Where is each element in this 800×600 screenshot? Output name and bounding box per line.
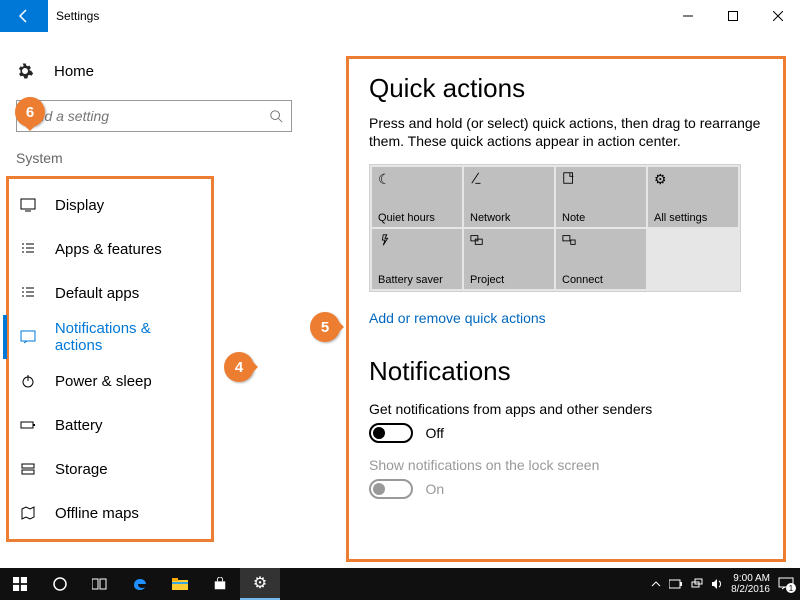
- notifications-section: Notifications Get notifications from app…: [369, 356, 763, 499]
- toggle-lock-screen-notifications[interactable]: [369, 479, 413, 499]
- tray-chevron-icon[interactable]: [651, 579, 661, 589]
- search-box[interactable]: [16, 100, 292, 132]
- moon-icon: ☾: [378, 171, 456, 188]
- tray-network-icon[interactable]: [691, 578, 703, 590]
- notifications-icon: [19, 329, 37, 345]
- qa-label: Network: [470, 212, 548, 224]
- gear-icon: [16, 62, 34, 80]
- qa-label: Quiet hours: [378, 212, 456, 224]
- network-icon: [470, 171, 548, 185]
- window-controls: [665, 0, 800, 32]
- nav-default-apps[interactable]: Default apps: [9, 271, 211, 315]
- search-input[interactable]: [25, 108, 269, 124]
- nav-label: Display: [55, 197, 104, 214]
- qa-label: Battery saver: [378, 274, 456, 286]
- maximize-button[interactable]: [710, 0, 755, 32]
- note-icon: [562, 171, 640, 185]
- storage-icon: [19, 461, 37, 477]
- nav-power-sleep[interactable]: Power & sleep: [9, 359, 211, 403]
- qa-label: Connect: [562, 274, 640, 286]
- titlebar: Settings: [0, 0, 800, 32]
- nav-storage[interactable]: Storage: [9, 447, 211, 491]
- apps-icon: [19, 241, 37, 257]
- nav-battery[interactable]: Battery: [9, 403, 211, 447]
- edge-button[interactable]: [120, 568, 160, 600]
- app-body: Home System Display Apps & features Defa…: [0, 32, 800, 568]
- settings-sidebar: Home System Display Apps & features Defa…: [0, 32, 320, 568]
- callout-4: 4: [224, 352, 254, 382]
- nav-notifications-actions[interactable]: Notifications & actions: [9, 315, 211, 359]
- nav-label: Offline maps: [55, 505, 139, 522]
- tray-volume-icon[interactable]: [711, 578, 723, 590]
- setting-label: Show notifications on the lock screen: [369, 457, 763, 473]
- power-icon: [19, 373, 37, 389]
- quick-actions-description: Press and hold (or select) quick actions…: [369, 114, 763, 150]
- nav-offline-maps[interactable]: Offline maps: [9, 491, 211, 535]
- settings-taskbar-button[interactable]: ⚙: [240, 568, 280, 600]
- start-button[interactable]: [0, 568, 40, 600]
- main-frame: Quick actions Press and hold (or select)…: [346, 56, 786, 562]
- date: 8/2/2016: [731, 584, 770, 595]
- qa-tile-battery-saver[interactable]: Battery saver: [372, 229, 462, 289]
- window-title: Settings: [48, 9, 99, 23]
- close-button[interactable]: [755, 0, 800, 32]
- qa-label: Project: [470, 274, 548, 286]
- nav-label: Battery: [55, 417, 103, 434]
- notifications-heading: Notifications: [369, 356, 763, 387]
- section-label: System: [0, 132, 320, 176]
- qa-tile-network[interactable]: Network: [464, 167, 554, 227]
- taskbar-clock[interactable]: 9:00 AM 8/2/2016: [731, 573, 770, 595]
- quick-actions-heading: Quick actions: [369, 73, 763, 104]
- nav-label: Notifications & actions: [55, 320, 201, 354]
- qa-tile-connect[interactable]: Connect: [556, 229, 646, 289]
- nav-label: Apps & features: [55, 241, 162, 258]
- qa-tile-project[interactable]: Project: [464, 229, 554, 289]
- add-remove-quick-actions-link[interactable]: Add or remove quick actions: [369, 310, 546, 326]
- connect-icon: [562, 233, 640, 247]
- store-button[interactable]: [200, 568, 240, 600]
- taskbar: ⚙ 9:00 AM 8/2/2016 1: [0, 568, 800, 600]
- time: 9:00 AM: [731, 573, 770, 584]
- nav-apps-features[interactable]: Apps & features: [9, 227, 211, 271]
- gear-icon: ⚙: [654, 171, 732, 188]
- quick-actions-grid: ☾ Quiet hours Network Note ⚙ All setting…: [369, 164, 741, 292]
- setting-label: Get notifications from apps and other se…: [369, 401, 763, 417]
- nav-list: Display Apps & features Default apps Not…: [6, 176, 214, 542]
- home-label: Home: [54, 63, 94, 80]
- main-content: Quick actions Press and hold (or select)…: [320, 32, 800, 568]
- setting-get-notifications: Get notifications from apps and other se…: [369, 401, 763, 443]
- battery-icon: [19, 417, 37, 433]
- toggle-state: Off: [425, 425, 443, 441]
- toggle-state: On: [425, 481, 444, 497]
- nav-label: Storage: [55, 461, 108, 478]
- callout-5: 5: [310, 312, 340, 342]
- system-tray: 9:00 AM 8/2/2016 1: [651, 573, 800, 595]
- minimize-button[interactable]: [665, 0, 710, 32]
- nav-display[interactable]: Display: [9, 183, 211, 227]
- qa-label: Note: [562, 212, 640, 224]
- default-apps-icon: [19, 285, 37, 301]
- cortana-button[interactable]: [40, 568, 80, 600]
- qa-tile-note[interactable]: Note: [556, 167, 646, 227]
- setting-lock-screen-notifications: Show notifications on the lock screen On: [369, 457, 763, 499]
- search-icon: [269, 109, 283, 123]
- qa-tile-all-settings[interactable]: ⚙ All settings: [648, 167, 738, 227]
- maps-icon: [19, 505, 37, 521]
- back-button[interactable]: [0, 0, 48, 32]
- project-icon: [470, 233, 548, 247]
- action-center-button[interactable]: 1: [778, 577, 794, 591]
- tray-battery-icon[interactable]: [669, 579, 683, 589]
- toggle-get-notifications[interactable]: [369, 423, 413, 443]
- nav-label: Power & sleep: [55, 373, 152, 390]
- display-icon: [19, 197, 37, 213]
- qa-label: All settings: [654, 212, 732, 224]
- qa-tile-quiet-hours[interactable]: ☾ Quiet hours: [372, 167, 462, 227]
- callout-6: 6: [15, 97, 45, 127]
- home-nav[interactable]: Home: [0, 56, 320, 86]
- task-view-button[interactable]: [80, 568, 120, 600]
- nav-label: Default apps: [55, 285, 139, 302]
- file-explorer-button[interactable]: [160, 568, 200, 600]
- battery-saver-icon: [378, 233, 456, 247]
